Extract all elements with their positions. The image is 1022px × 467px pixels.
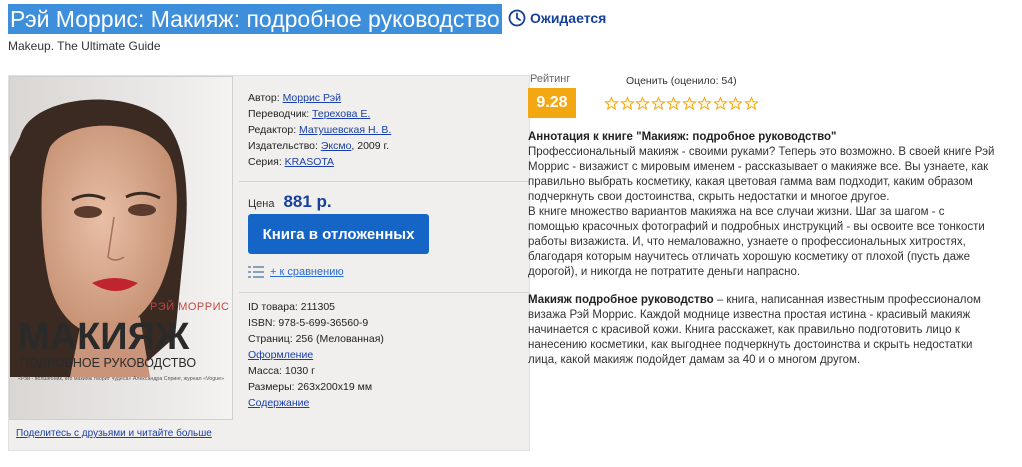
share-link[interactable]: Поделитесь с друзьями и читайте больше (16, 428, 212, 439)
product-panel: РЭЙ МОРРИС МАКИЯЖ ПОДРОБНОЕ РУКОВОДСТВО … (8, 75, 530, 451)
publisher-label: Издательство: (248, 140, 318, 152)
star-icon[interactable] (728, 96, 743, 111)
editor-label: Редактор: (248, 124, 297, 136)
star-icon[interactable] (712, 96, 728, 111)
rating-label: Рейтинг (530, 73, 571, 85)
publisher-link[interactable]: Эксмо (321, 140, 352, 152)
compare-link[interactable]: + к сравнению (270, 266, 344, 278)
status-text: Ожидается (530, 10, 607, 26)
isbn: ISBN: 978-5-699-36560-9 (248, 317, 369, 329)
star-icon[interactable] (619, 96, 635, 111)
book-cover[interactable]: РЭЙ МОРРИС МАКИЯЖ ПОДРОБНОЕ РУКОВОДСТВО … (9, 76, 233, 420)
star-icon[interactable] (666, 96, 681, 111)
author-label: Автор: (248, 92, 280, 104)
annotation: Аннотация к книге "Макияж: подробное рук… (528, 130, 998, 368)
deferred-books-button[interactable]: Книга в отложенных (248, 214, 429, 254)
series-label: Серия: (248, 156, 282, 168)
cover-author: РЭЙ МОРРИС (150, 300, 229, 313)
editor-link[interactable]: Матушевская Н. В. (299, 124, 391, 136)
price-value: 881 р. (283, 192, 332, 211)
pages: Страниц: 256 (Мелованная) (248, 333, 384, 345)
dimensions: Размеры: 263x200x19 мм (248, 381, 373, 393)
description-paragraph: Макияж подробное руководство – книга, на… (528, 293, 998, 368)
add-to-compare[interactable]: + к сравнению (248, 266, 344, 278)
annotation-title: Аннотация к книге "Макияж: подробное рук… (528, 131, 837, 143)
star-icon[interactable] (697, 96, 712, 111)
star-icon[interactable] (604, 96, 619, 111)
star-icon[interactable] (635, 96, 650, 111)
list-icon (248, 266, 264, 278)
price-block: Цена 881 р. Книга в отложенных + к сравн… (239, 181, 529, 293)
book-cover-image: РЭЙ МОРРИС МАКИЯЖ ПОДРОБНОЕ РУКОВОДСТВО … (10, 77, 232, 419)
series-link[interactable]: KRASOTA (285, 156, 334, 168)
book-meta: Автор: Моррис Рэй Переводчик: Терехова Е… (248, 90, 391, 170)
rating-badge: 9.28 (528, 88, 576, 118)
page-title: Рэй Моррис: Макияж: подробное руководств… (8, 4, 502, 34)
cover-title: МАКИЯЖ (18, 316, 190, 358)
annotation-paragraph: Профессиональный макияж - своими руками?… (528, 146, 995, 203)
original-title: Makeup. The Ultimate Guide (8, 39, 161, 53)
rate-label: Оценить (оценило: 54) (626, 75, 737, 87)
weight: Масса: 1030 г (248, 365, 315, 377)
book-details: ID товара: 211305 ISBN: 978-5-699-36560-… (248, 299, 384, 411)
clock-icon (508, 9, 526, 27)
annotation-paragraph: В книге множество вариантов макияжа на в… (528, 206, 985, 278)
author-link[interactable]: Моррис Рэй (283, 92, 341, 104)
rating-stars[interactable] (604, 96, 759, 111)
publish-year: , 2009 г. (351, 140, 389, 152)
star-icon[interactable] (743, 96, 759, 111)
design-link[interactable]: Оформление (248, 349, 313, 361)
price-label: Цена (248, 198, 275, 210)
star-icon[interactable] (650, 96, 666, 111)
description-lead: Макияж подробное руководство (528, 294, 714, 306)
cover-subtitle: ПОДРОБНОЕ РУКОВОДСТВО (20, 356, 196, 370)
translator-label: Переводчик: (248, 108, 310, 120)
status-badge: Ожидается (508, 9, 606, 27)
contents-link[interactable]: Содержание (248, 397, 309, 409)
product-id: ID товара: 211305 (248, 301, 336, 313)
star-icon[interactable] (681, 96, 697, 111)
cover-quote: «Рэй - волшебник, его макияж творит чуде… (18, 375, 224, 382)
translator-link[interactable]: Терехова Е. (312, 108, 370, 120)
